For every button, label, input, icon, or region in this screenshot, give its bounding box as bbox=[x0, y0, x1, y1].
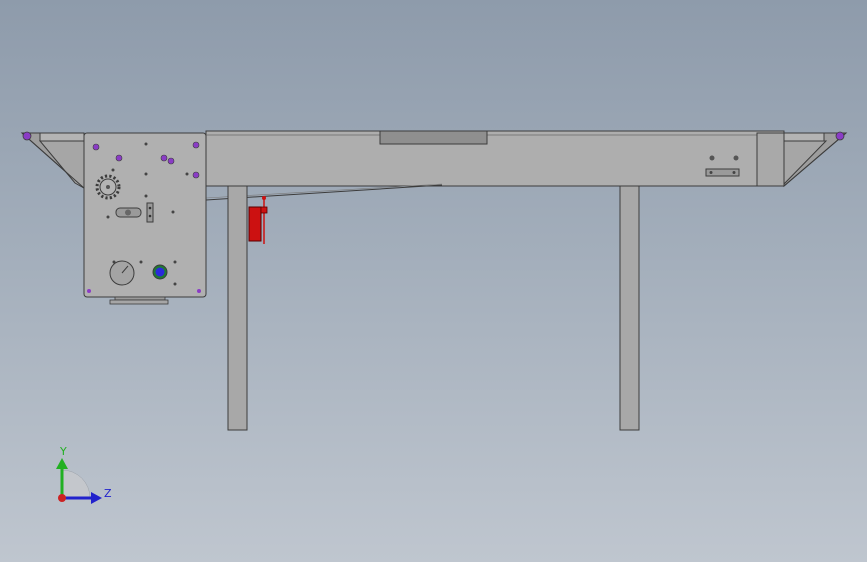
triad-origin bbox=[58, 494, 66, 502]
axis-triad: Y Z bbox=[56, 445, 112, 504]
conveyor-beam bbox=[205, 130, 785, 187]
motor-shaft-icon bbox=[109, 260, 135, 286]
motor-base bbox=[109, 296, 169, 305]
right-end-frame bbox=[783, 131, 848, 188]
red-stopper bbox=[248, 196, 268, 244]
z-axis-label: Z bbox=[104, 487, 112, 500]
y-axis-label: Y bbox=[59, 445, 67, 458]
left-roller-end bbox=[22, 131, 32, 141]
bearing-icon bbox=[152, 264, 168, 280]
fastener bbox=[92, 143, 100, 151]
fastener bbox=[167, 157, 175, 165]
bolt bbox=[733, 155, 739, 161]
bolt bbox=[709, 155, 715, 161]
fastener bbox=[160, 154, 168, 162]
fastener bbox=[192, 171, 200, 179]
cad-viewport[interactable]: Y Z bbox=[0, 0, 867, 562]
tensioner-block bbox=[146, 202, 154, 223]
left-end-frame bbox=[20, 131, 85, 190]
drive-plate bbox=[83, 132, 207, 298]
end-cap bbox=[756, 132, 785, 187]
leg-left bbox=[227, 185, 248, 431]
fastener bbox=[192, 141, 200, 149]
leg-right bbox=[619, 185, 640, 431]
right-roller-end bbox=[835, 131, 845, 141]
fastener bbox=[115, 154, 123, 162]
triad-quadrant bbox=[61, 469, 91, 499]
top-cover-plate bbox=[379, 130, 488, 145]
